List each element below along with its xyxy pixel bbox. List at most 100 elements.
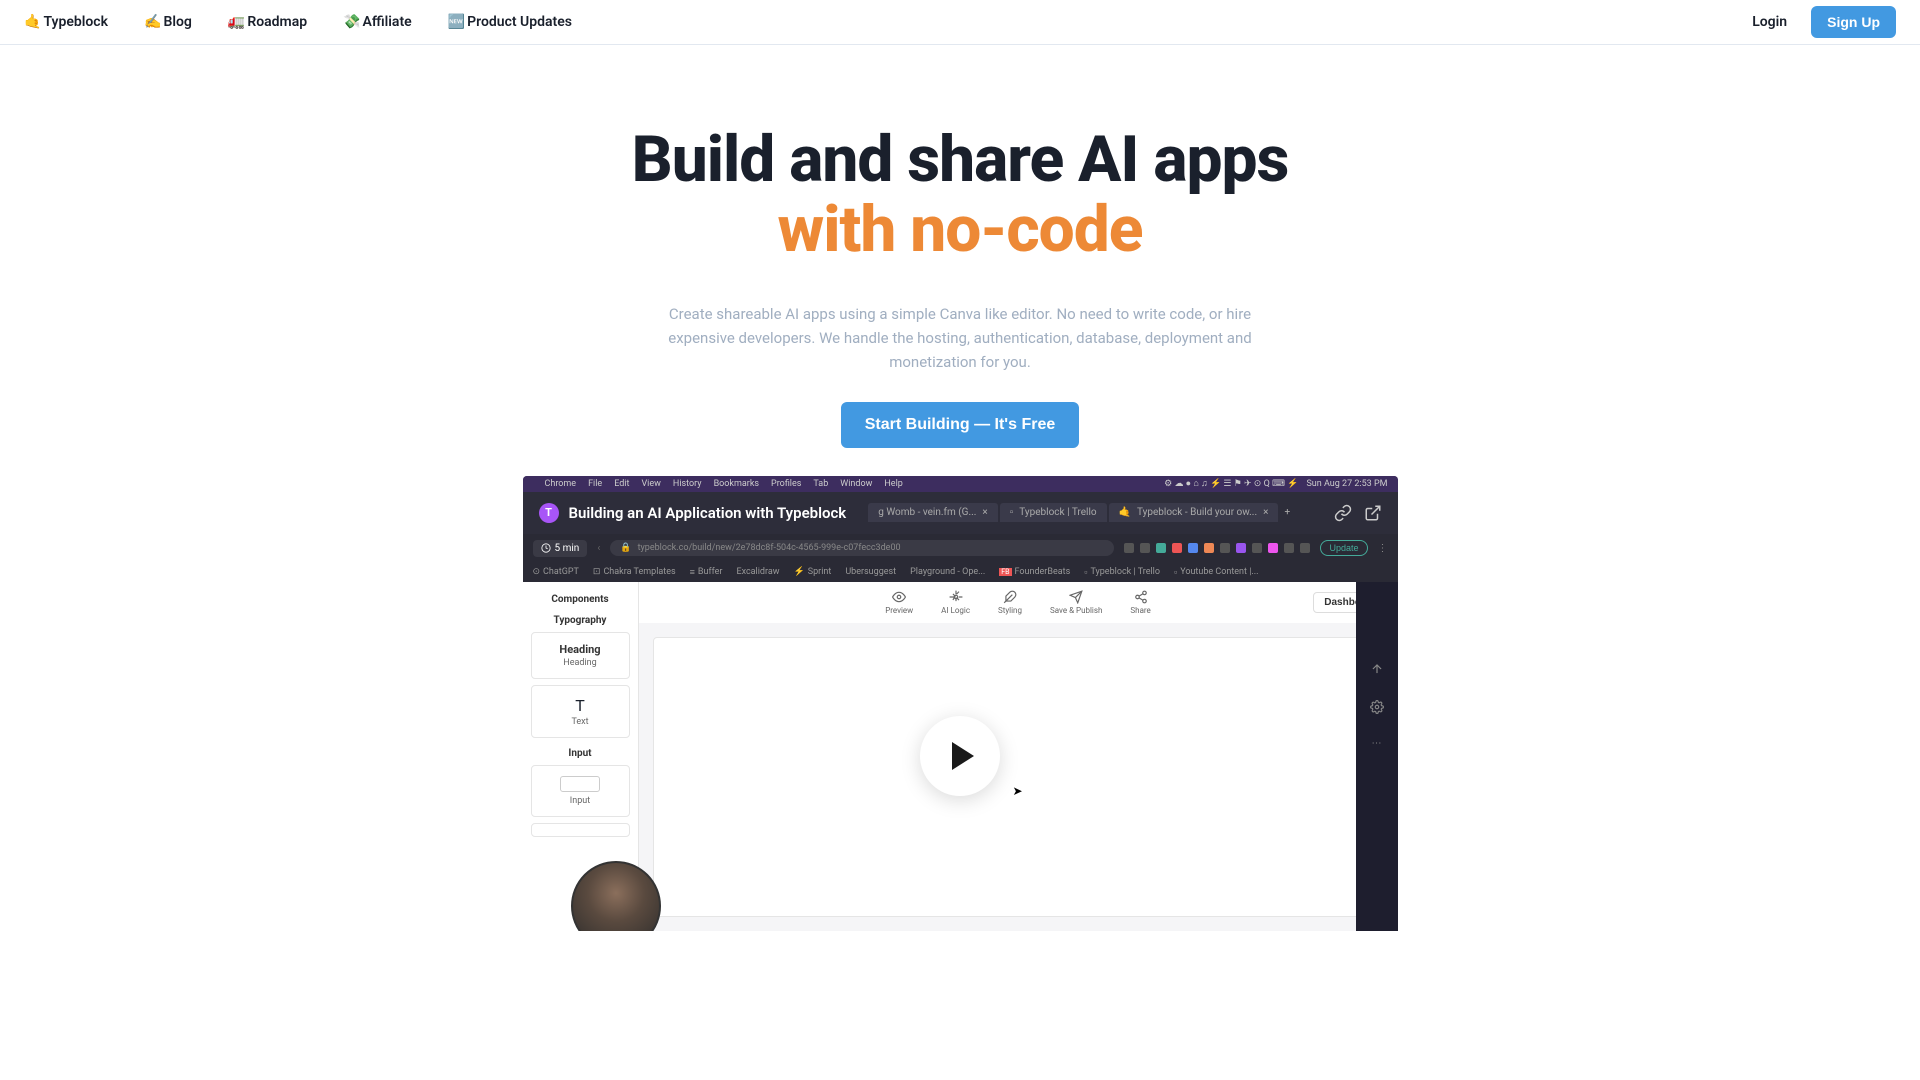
updates-label: Product Updates (467, 14, 572, 30)
toolbar-preview-label: Preview (885, 606, 913, 615)
canvas-box (653, 637, 1384, 917)
ext-icon-1 (1124, 543, 1134, 553)
external-link-icon (1364, 504, 1382, 522)
heading-card-sub: Heading (536, 658, 625, 668)
mac-menu-view: View (641, 479, 660, 489)
blog-emoji: ✍️ (144, 14, 161, 30)
canvas-area (639, 623, 1398, 931)
bookmarks-bar: ⊙ChatGPT ⊡Chakra Templates ≡Buffer Excal… (523, 563, 1398, 582)
bookmark-sprint: ⚡Sprint (794, 567, 832, 578)
bookmark-playground: Playground - Ope... (910, 567, 985, 578)
video-header-icons (1334, 504, 1382, 522)
clock-icon (541, 543, 551, 553)
mac-menu-edit: Edit (614, 479, 629, 489)
mac-menu-profiles: Profiles (771, 479, 801, 489)
bookmark-typeblock-trello: ▫Typeblock | Trello (1084, 567, 1160, 578)
affiliate-emoji: 💸 (343, 14, 360, 30)
partial-component-card (531, 823, 630, 837)
link-icon (1334, 504, 1352, 522)
cursor-pointer: ➤ (1013, 784, 1023, 798)
hero-subtitle: Create shareable AI apps using a simple … (650, 302, 1270, 374)
logo-text: Typeblock (43, 14, 108, 30)
input-heading: Input (531, 748, 630, 759)
main-navigation: 🤙 Typeblock ✍️ Blog 🚛 Roadmap 💸 Affiliat… (0, 0, 1920, 45)
ext-icon-9 (1252, 543, 1262, 553)
url-bar: 🔒 typeblock.co/build/new/2e78dc8f-504c-4… (610, 540, 1114, 556)
editor-main: Preview AI Logic Styling Save & Publish (639, 582, 1398, 931)
nav-right: Login Sign Up (1752, 6, 1896, 38)
cta-button[interactable]: Start Building — It's Free (841, 402, 1080, 448)
hero-title-accent: with no-code (380, 195, 1540, 265)
toolbar-save-publish: Save & Publish (1050, 590, 1102, 615)
input-card-sub: Input (536, 796, 625, 806)
input-preview (560, 776, 600, 792)
play-icon (952, 742, 974, 770)
ext-icon-5 (1188, 543, 1198, 553)
toolbar-styling: Styling (998, 590, 1022, 615)
tab-1-close: × (982, 507, 987, 518)
browser-tab-2: ▫ Typeblock | Trello (1000, 503, 1107, 522)
text-icon: T (536, 696, 625, 715)
video-title: Building an AI Application with Typebloc… (569, 504, 847, 522)
bookmark-excalidraw: Excalidraw (736, 567, 779, 578)
blog-label: Blog (163, 14, 191, 30)
send-icon (1069, 590, 1083, 604)
heading-component-card: Heading Heading (531, 632, 630, 679)
browser-extension-icons (1124, 543, 1310, 553)
play-button[interactable] (920, 716, 1000, 796)
toolbar-styling-label: Styling (998, 606, 1022, 615)
bookmark-buffer: ≡Buffer (690, 567, 723, 578)
hero-title-line1: Build and share AI apps (632, 122, 1289, 197)
browser-menu-icon: ⋮ (1378, 543, 1388, 554)
update-button: Update (1320, 540, 1367, 556)
mac-time: Sun Aug 27 2:53 PM (1306, 479, 1387, 489)
toolbar-preview: Preview (885, 590, 913, 615)
tab-3-close: × (1263, 507, 1268, 518)
bookmark-chatgpt: ⊙ChatGPT (533, 567, 579, 578)
new-tab-button: + (1280, 503, 1294, 522)
nav-roadmap[interactable]: 🚛 Roadmap (228, 14, 307, 30)
bookmark-ubersuggest: Ubersuggest (845, 567, 896, 578)
toolbar-share-label: Share (1130, 606, 1150, 615)
nav-blog[interactable]: ✍️ Blog (144, 14, 192, 30)
video-container: Chrome File Edit View History Bookmarks … (523, 476, 1398, 931)
share-icon (1134, 590, 1148, 604)
mac-menu-file: File (588, 479, 602, 489)
browser-tab-1: g Womb - vein.fm (G... × (868, 503, 998, 522)
video-badge: T (539, 503, 559, 523)
tab-3-label: Typeblock - Build your ow... (1137, 507, 1257, 518)
logo-link[interactable]: 🤙 Typeblock (24, 14, 108, 30)
more-icon: ⋯ (1372, 738, 1382, 749)
nav-affiliate[interactable]: 💸 Affiliate (343, 14, 412, 30)
roadmap-label: Roadmap (247, 14, 307, 30)
signup-button[interactable]: Sign Up (1811, 6, 1896, 38)
ext-icon-11 (1284, 543, 1294, 553)
toolbar-share: Share (1130, 590, 1150, 615)
ext-icon-7 (1220, 543, 1230, 553)
roadmap-emoji: 🚛 (228, 14, 245, 30)
browser-tab-3: 🤙 Typeblock - Build your ow... × (1109, 503, 1279, 522)
feather-icon (1003, 590, 1017, 604)
browser-bar: 5 min ‹ 🔒 typeblock.co/build/new/2e78dc8… (523, 534, 1398, 563)
mac-menu-bookmarks: Bookmarks (714, 479, 759, 489)
ext-icon-12 (1300, 543, 1310, 553)
toolbar-ai-logic: AI Logic (941, 590, 970, 615)
mac-menu-window: Window (840, 479, 872, 489)
nav-left: 🤙 Typeblock ✍️ Blog 🚛 Roadmap 💸 Affiliat… (24, 14, 572, 30)
ext-icon-8 (1236, 543, 1246, 553)
bookmark-founderbeats: FBFounderBeats (999, 567, 1070, 578)
vscode-strip: ⋯ (1356, 582, 1398, 931)
lock-icon: 🔒 (620, 543, 631, 553)
login-link[interactable]: Login (1752, 14, 1787, 30)
tab-2-label: Typeblock | Trello (1019, 507, 1096, 518)
ext-icon-3 (1156, 543, 1166, 553)
mac-menu-left: Chrome File Edit View History Bookmarks … (533, 479, 903, 489)
ext-icon-6 (1204, 543, 1214, 553)
ext-icon-10 (1268, 543, 1278, 553)
nav-arrow-left: ‹ (597, 543, 600, 554)
bookmark-youtube: ▫Youtube Content |... (1174, 567, 1259, 578)
toolbar-ai-logic-label: AI Logic (941, 606, 970, 615)
nav-product-updates[interactable]: 🆕 Product Updates (448, 14, 572, 30)
text-card-sub: Text (536, 717, 625, 727)
mac-menu-help: Help (884, 479, 902, 489)
